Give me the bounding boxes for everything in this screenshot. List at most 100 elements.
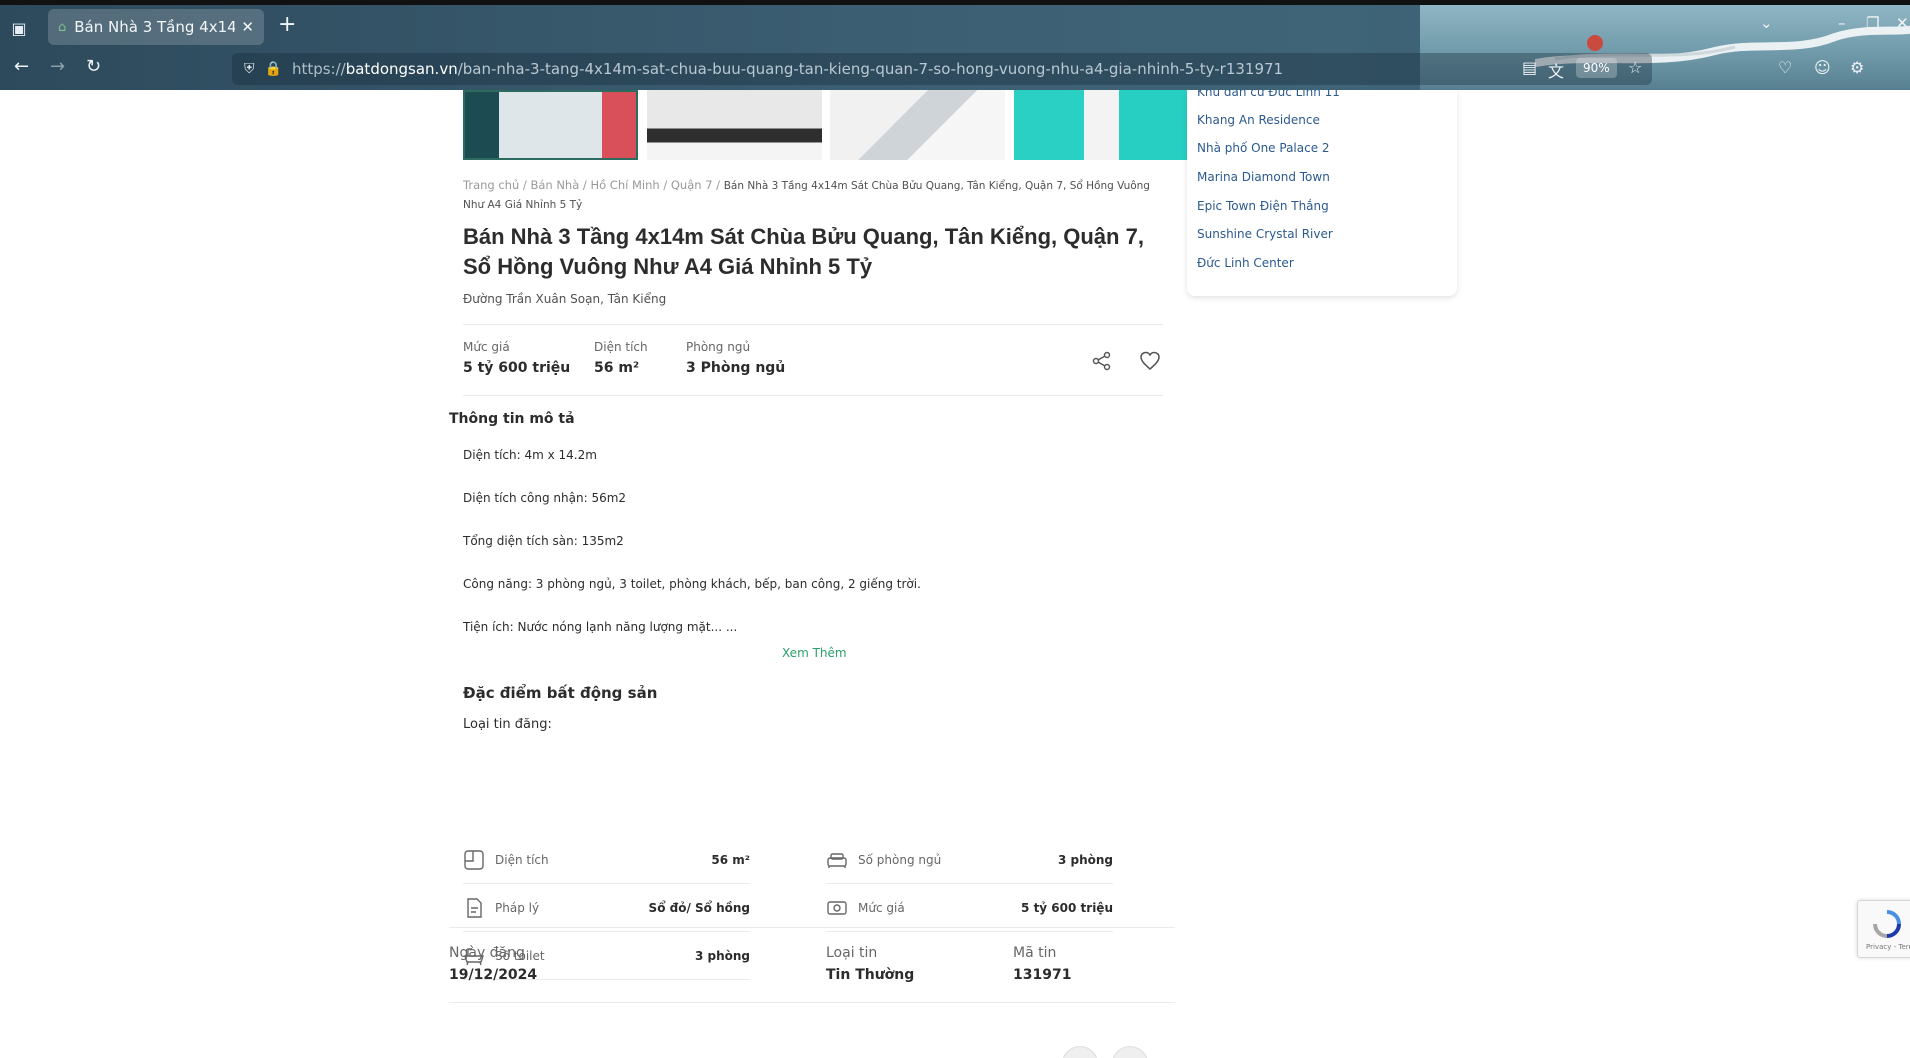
- lock-icon[interactable]: 🔒: [265, 61, 282, 77]
- reader-view-icon[interactable]: ▤: [1522, 58, 1537, 77]
- posted-date-value: 19/12/2024: [449, 967, 538, 983]
- extensions-icon[interactable]: ⚙: [1850, 58, 1864, 77]
- carousel-prev-button[interactable]: [1062, 1046, 1098, 1058]
- price-label: Mức giá: [463, 340, 510, 354]
- browser-tab[interactable]: ⌂ Bán Nhà 3 Tầng 4x14m S ✕: [48, 9, 264, 45]
- photo-thumbnail[interactable]: [647, 90, 822, 160]
- photo-thumbnail[interactable]: [463, 90, 638, 160]
- money-icon: [827, 900, 847, 915]
- project-link[interactable]: Đức Linh Center: [1197, 256, 1294, 270]
- description-line: Tiện ích: Nước nóng lạnh năng lượng mặt.…: [463, 620, 738, 634]
- divider: [449, 1002, 1175, 1003]
- spec-value: 56 m²: [711, 852, 750, 867]
- listing-tier: Loại tin Tin Thường: [826, 945, 914, 983]
- close-window-icon[interactable]: ✕: [1896, 14, 1909, 32]
- project-link[interactable]: Epic Town Điện Thắng: [1197, 199, 1329, 213]
- listing-tier-label: Loại tin: [826, 945, 878, 961]
- bedroom-label: Phòng ngủ: [686, 340, 751, 354]
- divider: [463, 324, 1163, 325]
- description-line: Diện tích công nhận: 56m2: [463, 491, 627, 505]
- breadcrumb-sale[interactable]: Bán Nhà: [530, 178, 579, 192]
- spec-label: Số phòng ngủ: [858, 852, 942, 867]
- pocket-icon[interactable]: ♡: [1778, 58, 1792, 77]
- spec-label: Diện tích: [495, 852, 549, 867]
- recaptcha-icon: [1873, 910, 1901, 938]
- listing-id-value: 131971: [1013, 967, 1072, 983]
- description-line: Tổng diện tích sàn: 135m2: [463, 534, 624, 548]
- address-bar[interactable]: ⛨ 🔒 https://batdongsan.vn/ban-nha-3-tang…: [232, 53, 1652, 85]
- share-icon[interactable]: [1091, 350, 1113, 372]
- spec-value: 3 phòng: [694, 948, 750, 963]
- listing-id: Mã tin 131971: [1013, 945, 1071, 983]
- divider: [463, 395, 1163, 396]
- spec-price: Mức giá 5 tỷ 600 triệu: [826, 884, 1113, 932]
- account-icon[interactable]: ☺: [1814, 58, 1831, 77]
- forward-icon[interactable]: →: [50, 56, 65, 77]
- price-stat: Mức giá 5 tỷ 600 triệu: [463, 340, 570, 376]
- related-projects-panel: Khu dân cư Đức Linh 11 Khang An Residenc…: [1187, 90, 1457, 296]
- price-value: 5 tỷ 600 triệu: [463, 360, 571, 376]
- heart-icon[interactable]: [1139, 350, 1161, 372]
- tab-title: Bán Nhà 3 Tầng 4x14m S: [74, 18, 236, 36]
- url-host: batdongsan.vn: [345, 60, 458, 78]
- browser-chrome: ▣ ⌂ Bán Nhà 3 Tầng 4x14m S ✕ + ⌄ – ❐ ✕ ←…: [0, 0, 1910, 90]
- breadcrumb: Trang chủ / Bán Nhà / Hồ Chí Minh / Quận…: [463, 178, 1150, 211]
- photo-thumbnail[interactable]: [1014, 90, 1189, 160]
- listing-tier-value: Tin Thường: [826, 967, 915, 983]
- listing-type-label: Loại tin đăng:: [463, 717, 552, 732]
- description-heading: Thông tin mô tả: [449, 411, 575, 427]
- posted-date: Ngày đăng 19/12/2024: [449, 945, 537, 983]
- bookmark-star-icon[interactable]: ☆: [1628, 58, 1642, 77]
- area-icon: [464, 849, 484, 870]
- bedroom-stat: Phòng ngủ 3 Phòng ngủ: [686, 340, 785, 376]
- document-icon: [467, 897, 482, 918]
- bed-icon: [827, 852, 847, 868]
- tab-overflow-chevron-icon[interactable]: ⌄: [1760, 14, 1773, 32]
- project-link[interactable]: Marina Diamond Town: [1197, 170, 1330, 184]
- url-path: /ban-nha-3-tang-4x14m-sat-chua-buu-quang…: [457, 60, 1284, 78]
- breadcrumb-city[interactable]: Hồ Chí Minh: [590, 178, 659, 192]
- photo-thumbnails: [463, 90, 1189, 160]
- recaptcha-badge[interactable]: Privacy - Terms: [1857, 900, 1910, 958]
- bedroom-value: 3 Phòng ngủ: [686, 360, 786, 376]
- url-protocol: https://: [291, 60, 346, 78]
- area-stat: Diện tích 56 m²: [594, 340, 648, 376]
- spec-value: 3 phòng: [1057, 852, 1113, 867]
- tab-list-icon[interactable]: ▣: [4, 14, 34, 42]
- spec-label: Pháp lý: [495, 900, 540, 915]
- divider: [449, 927, 1175, 928]
- project-link[interactable]: Sunshine Crystal River: [1197, 227, 1333, 241]
- translate-icon[interactable]: 文: [1548, 58, 1564, 82]
- spec-label: Mức giá: [858, 900, 905, 915]
- close-tab-icon[interactable]: ✕: [241, 18, 254, 36]
- area-value: 56 m²: [594, 360, 640, 376]
- site-favicon-icon: ⌂: [58, 19, 67, 35]
- recaptcha-terms[interactable]: Privacy - Terms: [1866, 943, 1910, 951]
- photo-thumbnail[interactable]: [830, 90, 1005, 160]
- minimize-icon[interactable]: –: [1838, 14, 1846, 32]
- description-line: Công năng: 3 phòng ngủ, 3 toilet, phòng …: [463, 577, 921, 591]
- breadcrumb-home[interactable]: Trang chủ: [463, 178, 519, 192]
- shield-icon[interactable]: ⛨: [244, 61, 255, 77]
- spec-area: Diện tích 56 m²: [463, 836, 750, 884]
- show-more-link[interactable]: Xem Thêm: [782, 646, 847, 660]
- spec-value: Sổ đỏ/ Sổ hồng: [648, 900, 750, 915]
- carousel-next-button[interactable]: [1112, 1046, 1148, 1058]
- breadcrumb-district[interactable]: Quận 7: [671, 178, 713, 192]
- area-label: Diện tích: [594, 340, 648, 354]
- project-link[interactable]: Khang An Residence: [1197, 113, 1320, 127]
- spec-bedrooms: Số phòng ngủ 3 phòng: [826, 836, 1113, 884]
- restore-icon[interactable]: ❐: [1866, 14, 1879, 32]
- posted-date-label: Ngày đăng: [449, 945, 525, 961]
- back-icon[interactable]: ←: [14, 56, 29, 77]
- description-line: Diện tích: 4m x 14.2m: [463, 448, 597, 462]
- project-link[interactable]: Nhà phố One Palace 2: [1197, 141, 1330, 155]
- new-tab-button[interactable]: +: [278, 12, 296, 37]
- reload-icon[interactable]: ↻: [86, 56, 101, 77]
- spec-legal: Pháp lý Sổ đỏ/ Sổ hồng: [463, 884, 750, 932]
- zoom-level[interactable]: 90%: [1576, 58, 1617, 78]
- project-link[interactable]: Khu dân cư Đức Linh 11: [1197, 90, 1340, 99]
- listing-address: Đường Trần Xuân Soạn, Tân Kiểng: [463, 292, 667, 306]
- features-heading: Đặc điểm bất động sản: [463, 684, 658, 702]
- listing-id-label: Mã tin: [1013, 945, 1057, 961]
